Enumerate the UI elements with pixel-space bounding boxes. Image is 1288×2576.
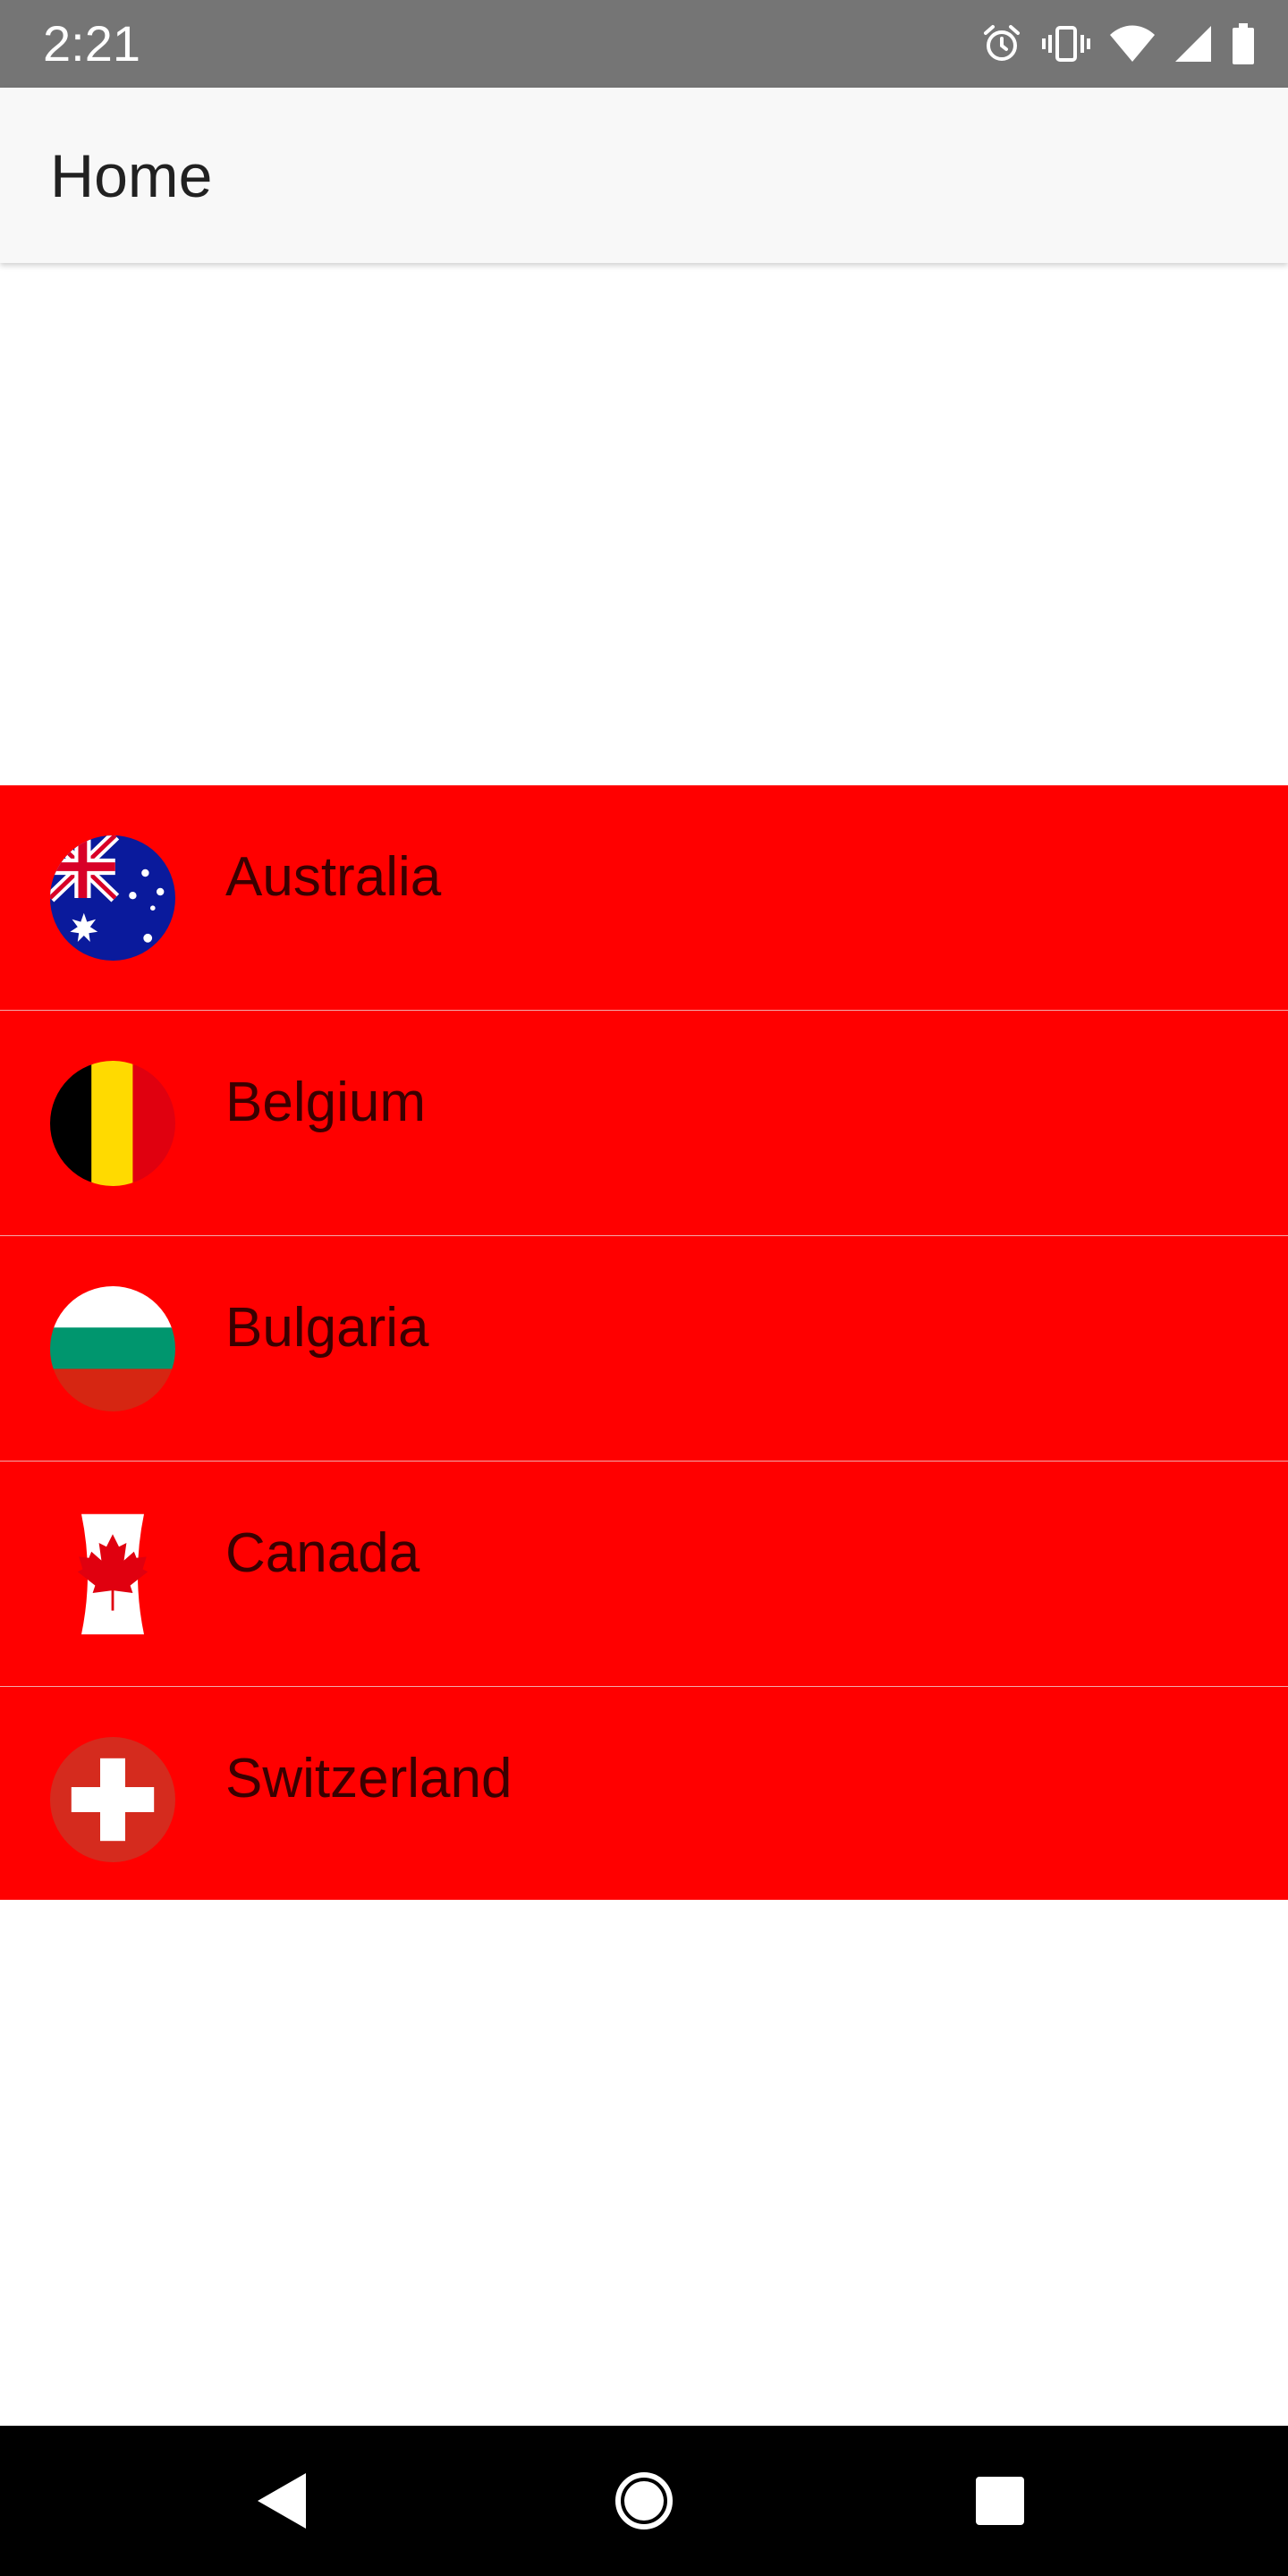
recents-icon[interactable] xyxy=(964,2465,1036,2537)
home-icon[interactable] xyxy=(608,2465,680,2537)
navigation-bar xyxy=(0,2426,1288,2576)
status-time: 2:21 xyxy=(43,15,140,72)
country-name: Bulgaria xyxy=(225,1297,429,1359)
list-item[interactable]: Bulgaria xyxy=(0,1236,1288,1462)
canada-flag-icon xyxy=(50,1512,175,1637)
battery-icon xyxy=(1231,22,1256,65)
australia-flag-icon xyxy=(50,835,175,961)
country-name: Switzerland xyxy=(225,1748,513,1809)
list-item[interactable]: Canada xyxy=(0,1462,1288,1687)
status-bar: 2:21 xyxy=(0,0,1288,88)
country-name: Australia xyxy=(225,846,442,908)
wifi-icon xyxy=(1109,24,1156,64)
page-title: Home xyxy=(50,142,213,210)
back-icon[interactable] xyxy=(247,2465,318,2537)
country-name: Canada xyxy=(225,1522,420,1584)
list-item[interactable]: Australia xyxy=(0,785,1288,1011)
list-item[interactable]: Switzerland xyxy=(0,1687,1288,1900)
belgium-flag-icon xyxy=(50,1061,175,1186)
signal-icon xyxy=(1174,24,1213,64)
bulgaria-flag-icon xyxy=(50,1286,175,1411)
screen: 2:21 Home Australia Belgium Bulgaria Can… xyxy=(0,0,1288,2576)
alarm-icon xyxy=(980,22,1023,65)
app-bar: Home xyxy=(0,88,1288,263)
list-item[interactable]: Belgium xyxy=(0,1011,1288,1236)
country-list: Australia Belgium Bulgaria Canada Switze… xyxy=(0,785,1288,1900)
vibrate-icon xyxy=(1041,22,1091,65)
country-name: Belgium xyxy=(225,1072,426,1133)
status-icons xyxy=(980,20,1256,68)
switzerland-flag-icon xyxy=(50,1737,175,1862)
